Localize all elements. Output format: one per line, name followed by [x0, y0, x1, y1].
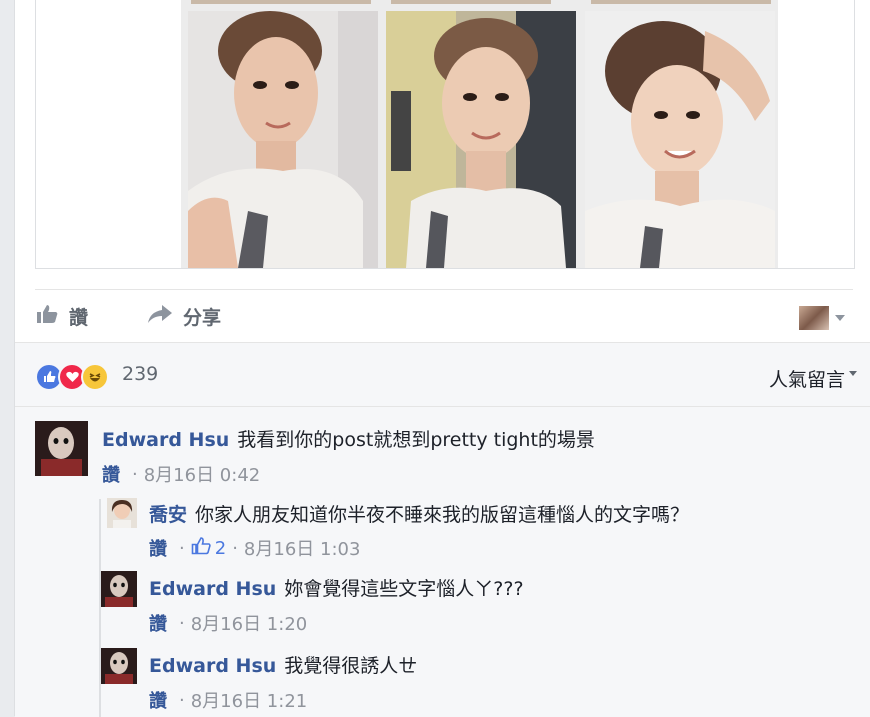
avatar	[799, 306, 829, 330]
avatar[interactable]	[107, 498, 137, 528]
separator-dot: ·	[179, 689, 185, 711]
photo-1[interactable]	[188, 11, 378, 268]
comment-like-count[interactable]: 2	[215, 538, 226, 559]
separator-dot: ·	[179, 612, 185, 634]
reaction-count[interactable]: 239	[122, 363, 158, 385]
post-as-selector[interactable]	[799, 306, 845, 330]
reactions-summary: 239 人氣留言	[15, 342, 870, 407]
post-card: 讚 分享 239 人氣留言 Edward Hsu 我看到你的post就想到pre…	[14, 0, 870, 717]
share-button[interactable]: 分享	[147, 290, 221, 342]
haha-reaction-icon	[81, 363, 109, 391]
comment-meta: 讚 · 8月16日 1:20	[149, 610, 307, 636]
comment-author[interactable]: 喬安	[149, 500, 187, 527]
comment-like-link[interactable]: 讚	[149, 535, 167, 561]
thumbs-up-icon	[35, 304, 59, 329]
comment-meta: 讚 · 8月16日 1:21	[149, 687, 307, 713]
avatar[interactable]	[101, 648, 137, 684]
comment-like-link[interactable]: 讚	[149, 610, 167, 636]
comment-like-link[interactable]: 讚	[102, 461, 120, 487]
post-actions-bar: 讚 分享	[35, 289, 853, 342]
comment-meta: 讚 · 8月16日 0:42	[102, 461, 260, 487]
photo-2[interactable]	[386, 11, 576, 268]
comment-like-link[interactable]: 讚	[149, 687, 167, 713]
sort-label: 人氣留言	[768, 369, 845, 391]
photo-3[interactable]	[585, 11, 775, 268]
comment-author[interactable]: Edward Hsu	[149, 578, 276, 600]
comment-body: Edward Hsu 妳會覺得這些文字惱人ㄚ???	[149, 574, 524, 601]
comment-timestamp[interactable]: 8月16日 1:03	[244, 535, 361, 561]
comment-text: 你家人朋友知道你半夜不睡來我的版留這種惱人的文字嗎？	[195, 504, 690, 526]
comment-author[interactable]: Edward Hsu	[149, 655, 276, 677]
photo-top-edge	[391, 0, 551, 4]
reaction-icons[interactable]	[35, 363, 109, 391]
avatar[interactable]	[35, 421, 88, 476]
like-count-icon	[191, 536, 211, 560]
comments-section: Edward Hsu 我看到你的post就想到pretty tight的場景 讚…	[15, 406, 870, 717]
share-label: 分享	[183, 306, 222, 329]
comment-timestamp[interactable]: 8月16日 1:20	[191, 610, 308, 636]
comment-body: Edward Hsu 我覺得很誘人ㄝ	[149, 651, 417, 678]
comment-meta: 讚 · 2 · 8月16日 1:03	[149, 535, 360, 561]
comment-text: 我看到你的post就想到pretty tight的場景	[237, 429, 595, 451]
separator-dot: ·	[232, 537, 238, 559]
chevron-down-icon	[835, 315, 845, 321]
comment-author[interactable]: Edward Hsu	[102, 429, 229, 451]
comment-timestamp[interactable]: 8月16日 1:21	[191, 687, 308, 713]
chevron-down-icon	[849, 371, 857, 376]
comment-timestamp[interactable]: 8月16日 0:42	[144, 461, 261, 487]
post-image-frame	[35, 0, 855, 269]
share-arrow-icon	[147, 304, 173, 329]
separator-dot: ·	[179, 537, 185, 559]
like-button[interactable]: 讚	[35, 290, 88, 342]
comment-body: 喬安 你家人朋友知道你半夜不睡來我的版留這種惱人的文字嗎？	[149, 500, 689, 527]
photo-top-edge	[191, 0, 371, 4]
photo-top-edge	[591, 0, 771, 4]
reply-thread-line	[99, 499, 101, 717]
comment-sort-dropdown[interactable]: 人氣留言	[769, 365, 857, 392]
comment-body: Edward Hsu 我看到你的post就想到pretty tight的場景	[102, 425, 595, 452]
separator-dot: ·	[132, 463, 138, 485]
like-label: 讚	[69, 306, 89, 329]
comment-text: 我覺得很誘人ㄝ	[284, 655, 418, 677]
post-photo-collage[interactable]	[181, 0, 778, 268]
comment-text: 妳會覺得這些文字惱人ㄚ???	[284, 578, 524, 600]
avatar[interactable]	[101, 571, 137, 607]
